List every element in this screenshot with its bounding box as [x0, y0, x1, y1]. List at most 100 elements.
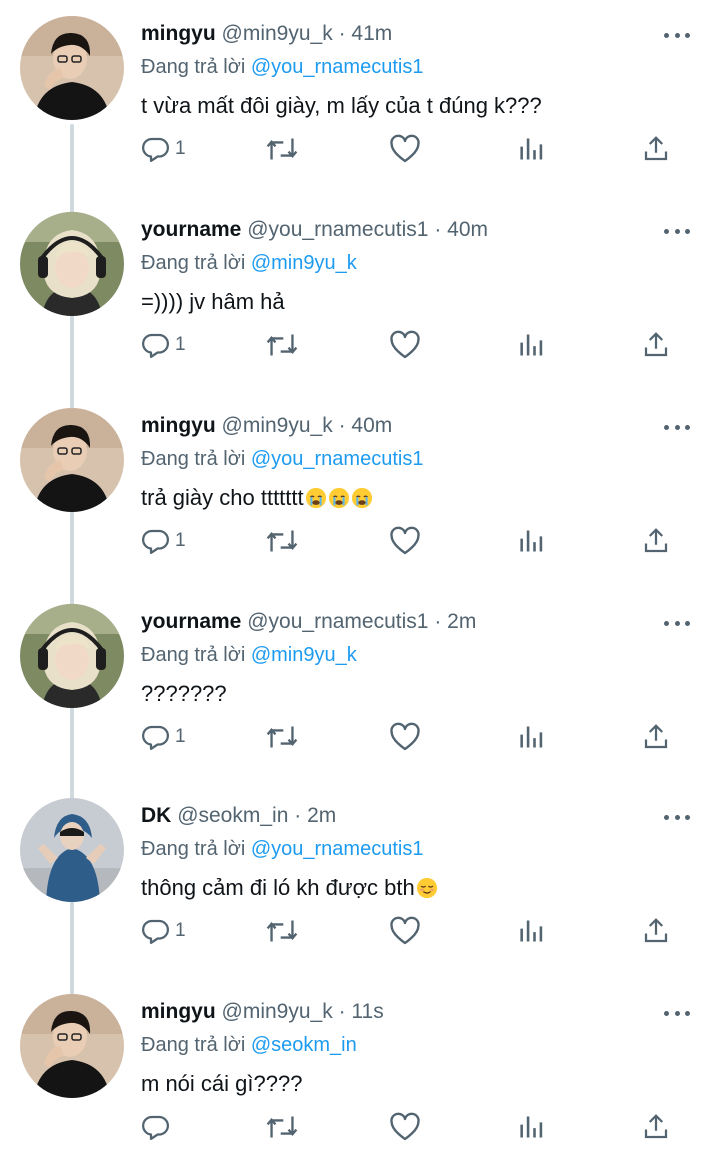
avatar[interactable] [20, 408, 124, 512]
more-options-button[interactable] [664, 618, 690, 628]
like-button[interactable] [389, 328, 421, 362]
tweet[interactable]: yourname @you_rnamecutis1 · 2m Đang trả l… [0, 588, 720, 784]
tweet[interactable]: mingyu @min9yu_k · 41m Đang trả lời @you_… [0, 0, 720, 196]
timestamp[interactable]: 2m [307, 804, 336, 827]
share-button[interactable] [641, 524, 671, 558]
views-button[interactable] [517, 328, 545, 362]
username-handle[interactable]: @seokm_in [177, 804, 288, 827]
views-icon [517, 1113, 545, 1141]
tweet-text-content: t vừa mất đôi giày, m lấy của t đúng k??… [141, 93, 542, 118]
mention-link[interactable]: @you_rnamecutis1 [251, 838, 424, 860]
reply-button[interactable]: 1 [141, 720, 186, 754]
retweet-button[interactable] [265, 1110, 299, 1144]
views-button[interactable] [517, 132, 545, 166]
like-button[interactable] [389, 720, 421, 754]
views-button[interactable] [517, 914, 545, 948]
views-button[interactable] [517, 524, 545, 558]
more-options-button[interactable] [664, 422, 690, 432]
tweet-actions: 1 [141, 914, 681, 948]
mention-link[interactable]: @min9yu_k [251, 252, 357, 274]
reply-button[interactable]: 1 [141, 132, 186, 166]
like-button[interactable] [389, 524, 421, 558]
more-options-button[interactable] [664, 812, 690, 822]
timestamp[interactable]: 11s [351, 1000, 383, 1023]
retweet-button[interactable] [265, 328, 299, 362]
share-button[interactable] [641, 1110, 671, 1144]
tweet[interactable]: mingyu @min9yu_k · 11s Đang trả lời @seok… [0, 978, 720, 1174]
views-button[interactable] [517, 720, 545, 754]
share-button[interactable] [641, 914, 671, 948]
reply-button[interactable]: 1 [141, 914, 186, 948]
share-button[interactable] [641, 328, 671, 362]
username-handle[interactable]: @min9yu_k [222, 414, 333, 437]
reply-count: 1 [175, 726, 186, 747]
username-handle[interactable]: @you_rnamecutis1 [247, 218, 428, 241]
more-icon [674, 814, 680, 820]
share-icon [641, 526, 671, 556]
tweet[interactable]: yourname @you_rnamecutis1 · 40m Đang trả … [0, 196, 720, 392]
retweet-icon [265, 916, 299, 946]
tweet-header: mingyu @min9yu_k · 40m [141, 408, 700, 444]
display-name[interactable]: mingyu [141, 22, 216, 45]
reply-button[interactable]: 1 [141, 328, 186, 362]
more-options-button[interactable] [664, 30, 690, 40]
replying-to-label: Đang trả lời [141, 838, 246, 860]
retweet-button[interactable] [265, 132, 299, 166]
timestamp[interactable]: 41m [351, 22, 392, 45]
display-name[interactable]: mingyu [141, 1000, 216, 1023]
more-icon [664, 620, 669, 626]
tweet-actions: 1 [141, 524, 681, 558]
username-handle[interactable]: @min9yu_k [222, 22, 333, 45]
mention-link[interactable]: @seokm_in [251, 1034, 357, 1056]
timestamp[interactable]: 40m [351, 414, 392, 437]
retweet-button[interactable] [265, 720, 299, 754]
tweet-text-content: ??????? [141, 681, 227, 706]
like-button[interactable] [389, 1110, 421, 1144]
display-name[interactable]: DK [141, 804, 171, 827]
share-button[interactable] [641, 720, 671, 754]
avatar[interactable] [20, 798, 124, 902]
avatar[interactable] [20, 212, 124, 316]
like-button[interactable] [389, 914, 421, 948]
display-name[interactable]: yourname [141, 218, 241, 241]
separator-dot: · [338, 414, 346, 437]
reply-button[interactable]: 1 [141, 524, 186, 558]
retweet-button[interactable] [265, 524, 299, 558]
mention-link[interactable]: @min9yu_k [251, 644, 357, 666]
retweet-icon [265, 526, 299, 556]
tweet[interactable]: mingyu @min9yu_k · 40m Đang trả lời @you_… [0, 392, 720, 588]
avatar[interactable] [20, 604, 124, 708]
timestamp[interactable]: 40m [447, 218, 488, 241]
share-icon [641, 1112, 671, 1142]
tweet-header: yourname @you_rnamecutis1 · 40m [141, 212, 700, 248]
views-icon [517, 527, 545, 555]
retweet-icon [265, 134, 299, 164]
username-handle[interactable]: @min9yu_k [222, 1000, 333, 1023]
display-name[interactable]: mingyu [141, 414, 216, 437]
mention-link[interactable]: @you_rnamecutis1 [251, 448, 424, 470]
avatar[interactable] [20, 994, 124, 1098]
share-icon [641, 134, 671, 164]
mention-link[interactable]: @you_rnamecutis1 [251, 56, 424, 78]
views-button[interactable] [517, 1110, 545, 1144]
more-options-button[interactable] [664, 226, 690, 236]
tweet-text: t vừa mất đôi giày, m lấy của t đúng k??… [141, 90, 700, 122]
tweet-actions: 1 [141, 328, 681, 362]
avatar[interactable] [20, 16, 124, 120]
like-button[interactable] [389, 132, 421, 166]
tweet-text: m nói cái gì???? [141, 1068, 700, 1100]
share-button[interactable] [641, 132, 671, 166]
retweet-button[interactable] [265, 914, 299, 948]
more-icon [685, 424, 690, 430]
views-icon [517, 723, 545, 751]
tweet[interactable]: DK @seokm_in · 2m Đang trả lời @you_rname… [0, 782, 720, 978]
more-icon [685, 814, 690, 820]
more-options-button[interactable] [664, 1008, 690, 1018]
reply-button[interactable] [141, 1110, 175, 1144]
display-name[interactable]: yourname [141, 610, 241, 633]
separator-dot: · [434, 610, 442, 633]
username-handle[interactable]: @you_rnamecutis1 [247, 610, 428, 633]
replying-to: Đang trả lời @you_rnamecutis1 [141, 52, 700, 82]
timestamp[interactable]: 2m [447, 610, 476, 633]
more-icon [674, 424, 680, 430]
